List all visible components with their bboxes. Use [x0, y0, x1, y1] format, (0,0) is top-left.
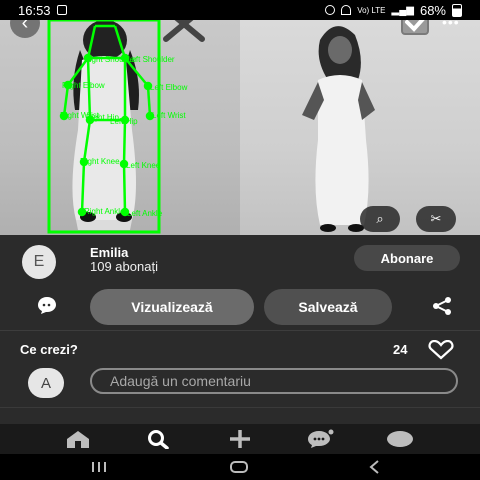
pose-overlay-photo[interactable]: Right Shoulder Left Shoulder Right Elbow… [0, 20, 240, 235]
gallery-notification-icon [56, 5, 67, 15]
comments-title: Ce crezi? [20, 342, 78, 357]
signal-icon: ▂▄▆ [391, 4, 414, 16]
bottom-nav [0, 424, 480, 454]
pose-label: Left Wrist [152, 111, 186, 120]
recents-icon [92, 462, 106, 472]
comment-input[interactable] [90, 368, 458, 394]
wifi-icon [341, 5, 352, 15]
alarm-icon [325, 5, 336, 15]
like-count: 24 [393, 342, 408, 357]
home-icon [67, 431, 89, 448]
follower-count: 109 abonați [90, 259, 158, 274]
comment-row: A [0, 364, 480, 400]
visual-search-button[interactable]: ⌕ [360, 206, 400, 232]
pose-label: Left Elbow [150, 83, 188, 92]
pose-label: Right Ankle [84, 207, 125, 216]
crop-button[interactable]: ✂ [416, 206, 456, 232]
author-name[interactable]: Emilia [90, 245, 128, 260]
share-icon[interactable] [430, 296, 454, 316]
messages-icon [308, 429, 334, 448]
user-avatar[interactable]: A [28, 368, 64, 398]
back-system-button[interactable] [360, 457, 390, 477]
pose-label: Right Elbow [62, 81, 105, 90]
model-figure-left: Right Shoulder Left Shoulder Right Elbow… [47, 20, 188, 234]
home-system-button[interactable] [224, 457, 254, 477]
content-divider [0, 407, 480, 408]
comment-bubble-icon[interactable] [36, 295, 58, 315]
follow-button[interactable]: Abonare [354, 245, 460, 271]
visual-search-icon: ⌕ [376, 211, 384, 226]
pin-image-area[interactable]: Right Shoulder Left Shoulder Right Elbow… [0, 20, 480, 235]
pose-label: Left Ankle [127, 209, 163, 218]
author-avatar[interactable]: E [22, 245, 56, 279]
visit-button[interactable]: Vizualizează [90, 289, 254, 325]
pose-label: Left Knee [126, 161, 161, 170]
section-divider [0, 330, 480, 331]
system-nav [0, 454, 480, 480]
status-bar: 16:53 Vo) LTE ▂▄▆ 68% [0, 0, 480, 20]
author-row: E Emilia 109 abonați Abonare [0, 235, 480, 285]
pose-label: Right Knee [80, 157, 120, 166]
save-button[interactable]: Salvează [264, 289, 392, 325]
home-pill-icon [230, 461, 248, 473]
nav-home[interactable] [62, 428, 94, 450]
status-left: 16:53 [18, 3, 67, 18]
pose-label: Left Shoulder [127, 55, 175, 64]
create-plus-icon [230, 430, 250, 448]
battery-percent: 68% [419, 2, 446, 18]
profile-icon [387, 431, 413, 447]
back-icon [369, 460, 379, 474]
network-label: Vo) LTE [357, 5, 386, 15]
model-photo-right[interactable] [240, 20, 480, 235]
battery-icon [452, 3, 462, 17]
actions-row: Vizualizează Salvează [0, 285, 480, 327]
model-figure-right [302, 26, 375, 232]
status-time: 16:53 [18, 2, 51, 18]
comments-header: Ce crezi? 24 [0, 338, 480, 362]
nav-profile[interactable] [384, 428, 416, 450]
search-icon [148, 430, 169, 449]
heart-icon[interactable] [428, 340, 454, 360]
nav-create[interactable] [224, 428, 256, 450]
nav-messages[interactable] [304, 428, 336, 450]
status-right: Vo) LTE ▂▄▆ 68% [325, 3, 462, 18]
recents-button[interactable] [84, 457, 114, 477]
pose-label: Left Hip [110, 117, 138, 126]
scissors-icon: ✂ [430, 211, 442, 226]
nav-search[interactable] [142, 428, 174, 450]
